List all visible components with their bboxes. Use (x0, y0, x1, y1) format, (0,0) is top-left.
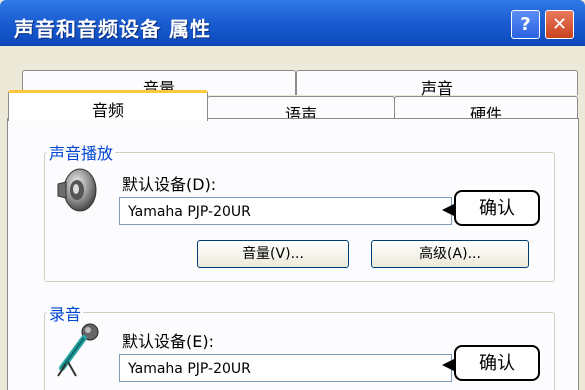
tab-sounds[interactable]: 声音 (296, 70, 578, 98)
playback-default-device-label: 默认设备(D): (122, 175, 217, 194)
recording-default-device-label: 默认设备(E): (122, 332, 214, 351)
title-bar[interactable]: 声音和音频设备 属性 ? ✕ (0, 0, 585, 46)
tab-hardware[interactable]: 硬件 (394, 96, 578, 124)
microphone-icon (57, 323, 99, 377)
confirm-annotation-1: 确认 (454, 190, 540, 226)
tab-audio-label: 音频 (91, 101, 124, 120)
help-button[interactable]: ? (511, 10, 540, 39)
tab-audio[interactable]: 音频 (8, 90, 208, 121)
confirm-annotation-2: 确认 (454, 345, 540, 381)
advanced-button[interactable]: 高级(A)... (371, 240, 529, 268)
sound-properties-window: 声音和音频设备 属性 ? ✕ 音量 声音 音频 语声 硬件 声音播放 默认设备(… (0, 0, 585, 390)
recording-device-select[interactable]: Yamaha PJP-20UR (119, 354, 452, 382)
window-title: 声音和音频设备 属性 (14, 17, 211, 41)
playback-group-title: 声音播放 (47, 140, 116, 164)
playback-device-select[interactable]: Yamaha PJP-20UR (119, 197, 452, 225)
speaker-icon (57, 168, 97, 212)
close-button[interactable]: ✕ (545, 10, 574, 39)
tab-voice[interactable]: 语声 (207, 96, 395, 124)
volume-button[interactable]: 音量(V)... (197, 240, 349, 268)
